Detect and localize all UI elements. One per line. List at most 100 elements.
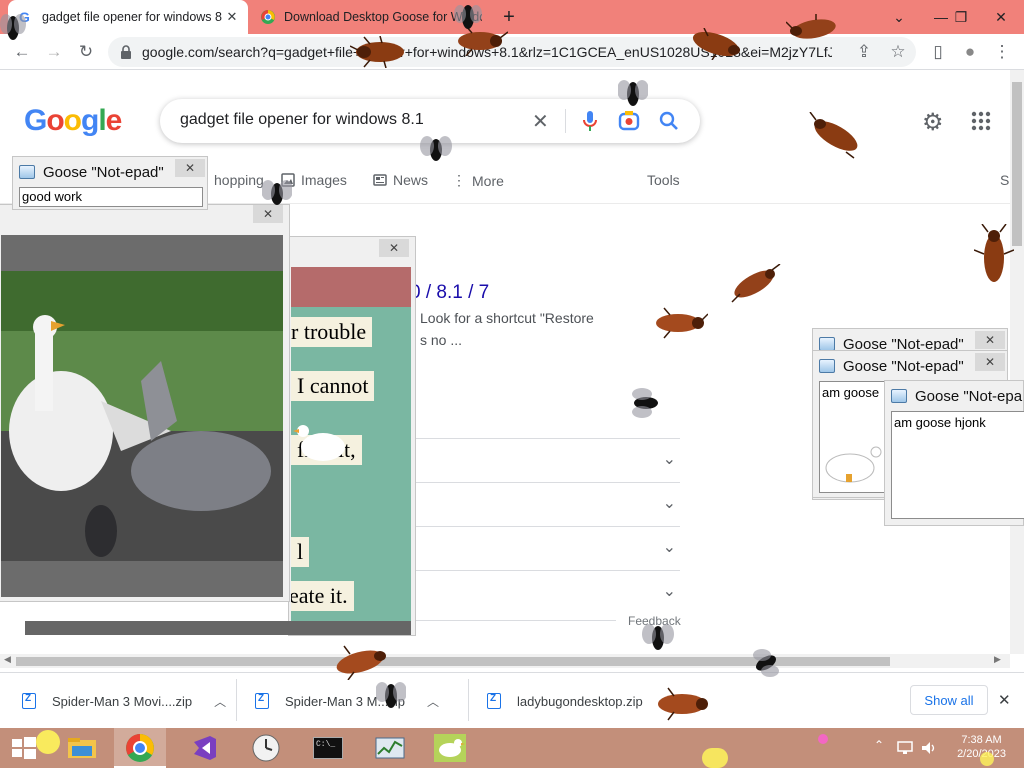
tab-label: Images (301, 172, 347, 188)
reload-button[interactable]: ↻ (72, 38, 100, 66)
chrome-icon[interactable] (116, 728, 164, 768)
google-logo[interactable]: Google (24, 104, 123, 138)
result-title-link[interactable]: 0 / 8.1 / 7 (410, 282, 489, 304)
close-icon[interactable]: ✕ (379, 239, 409, 257)
goose-gif-window[interactable]: ✕ (0, 204, 290, 602)
fly-icon[interactable] (0, 8, 26, 48)
goose-sprite-icon (293, 425, 345, 461)
tab-shopping[interactable]: hopping (214, 172, 264, 188)
settings-gear-icon[interactable]: ⚙ (922, 108, 944, 137)
download-item[interactable]: ladybugondesktop.zip (487, 687, 643, 715)
cockroach-icon[interactable] (786, 14, 842, 44)
tab-label: More (472, 172, 504, 189)
related-question-row[interactable]: ⌄ (410, 482, 680, 526)
related-question-row[interactable]: ⌄ (410, 526, 680, 570)
volume-icon[interactable] (920, 740, 938, 756)
tab-news[interactable]: News (373, 172, 428, 188)
tools-label: Tools (647, 172, 680, 188)
google-apps-icon[interactable] (970, 110, 992, 132)
chevron-up-icon[interactable]: ︿ (214, 693, 226, 710)
voice-search-icon[interactable] (582, 110, 598, 132)
goose-meme-window[interactable]: ✕ r trouble I cannot find it, l eate it. (25, 236, 416, 636)
window-close-button[interactable]: ✕ (984, 0, 1018, 34)
close-icon[interactable]: ✕ (175, 159, 205, 177)
clock-app-icon[interactable] (242, 728, 290, 768)
related-question-row[interactable]: ⌄ (410, 438, 680, 482)
cockroach-icon[interactable] (350, 36, 410, 68)
logo-letter: e (105, 104, 123, 137)
notepad-text-area[interactable]: am goose hjonk (891, 411, 1024, 519)
goose-notepad-window[interactable]: Goose "Not-epa am goose hjonk (884, 380, 1024, 526)
vertical-scrollbar[interactable] (1010, 70, 1024, 654)
window-title: Goose "Not-epa (915, 387, 1023, 405)
cockroach-icon[interactable] (652, 686, 712, 722)
logo-letter: o (46, 104, 64, 137)
sparkle-decoration (818, 734, 828, 744)
scroll-left-arrow-icon[interactable]: ◀ (4, 654, 11, 665)
desktop-goose-icon[interactable] (426, 728, 474, 768)
lock-icon[interactable] (120, 45, 132, 59)
download-item[interactable]: Spider-Man 3 M...zip ︿ (255, 687, 439, 715)
close-icon[interactable]: ✕ (975, 331, 1005, 349)
search-input[interactable]: gadget file opener for windows 8.1 (180, 111, 424, 129)
notepad-icon (819, 337, 835, 351)
forward-button[interactable]: → (40, 38, 68, 66)
side-panel-icon[interactable]: ▯ (924, 38, 952, 66)
show-hidden-icons-button[interactable]: ⌃ (874, 738, 884, 752)
fly-icon[interactable] (626, 386, 666, 420)
close-icon[interactable]: ✕ (975, 353, 1005, 371)
fly-icon[interactable] (454, 0, 482, 34)
fly-icon[interactable] (748, 646, 784, 680)
tab-google-search[interactable]: G gadget file opener for windows 8.1 ✕ (8, 0, 248, 34)
restore-button[interactable]: ❐ (944, 0, 978, 34)
notepad-icon (891, 389, 907, 403)
divider (412, 620, 616, 621)
chevron-down-icon: ⌄ (662, 451, 676, 468)
cockroach-icon[interactable] (726, 264, 782, 304)
terminal-glyph: C:\_ (313, 737, 343, 759)
bookmark-star-icon[interactable]: ☆ (884, 38, 912, 66)
share-icon[interactable]: ⇪ (850, 38, 878, 66)
tab-close-icon[interactable]: ✕ (222, 9, 242, 25)
window-titlebar[interactable]: Goose "Not-epad" (13, 159, 164, 185)
fly-icon[interactable] (262, 176, 292, 212)
visual-studio-icon[interactable] (180, 728, 228, 768)
cockroach-icon[interactable] (806, 112, 866, 160)
close-downloads-bar-icon[interactable]: ✕ (998, 691, 1011, 709)
cockroach-icon[interactable] (686, 28, 744, 60)
chrome-menu-icon[interactable]: ⋮ (988, 38, 1016, 66)
tab-label: News (393, 172, 429, 188)
cockroach-icon[interactable] (974, 224, 1014, 288)
fly-icon[interactable] (618, 74, 648, 114)
network-icon[interactable] (896, 740, 914, 756)
fly-icon[interactable] (642, 618, 674, 658)
scrollbar-thumb[interactable] (1012, 82, 1022, 246)
window-titlebar[interactable]: Goose "Not-epa (885, 383, 1022, 409)
notepad-text-area[interactable]: good work (19, 187, 203, 207)
zip-file-icon (22, 693, 36, 709)
search-icon[interactable] (658, 110, 680, 132)
cockroach-icon[interactable] (650, 306, 708, 340)
tools-button[interactable]: Tools (647, 172, 680, 188)
profile-avatar-icon[interactable]: ● (956, 38, 984, 66)
horizontal-scrollbar[interactable]: ◀ ▶ (0, 654, 1010, 668)
show-all-downloads-button[interactable]: Show all (910, 685, 988, 715)
result-snippet: s no ... (420, 332, 463, 348)
tab-partial[interactable]: S (1000, 172, 1009, 188)
clear-search-icon[interactable]: ✕ (532, 109, 549, 134)
performance-monitor-icon[interactable] (366, 728, 414, 768)
chevron-up-icon[interactable]: ︿ (427, 693, 439, 710)
goose-notepad-window[interactable]: Goose "Not-epad" ✕ good work (12, 156, 208, 210)
download-item[interactable]: Spider-Man 3 Movi....zip ︿ (22, 687, 226, 715)
cockroach-icon[interactable] (330, 644, 390, 680)
file-explorer-icon[interactable] (58, 728, 106, 768)
scroll-right-arrow-icon[interactable]: ▶ (994, 654, 1001, 665)
tab-more[interactable]: ⋮ More (452, 172, 504, 189)
tab-search-chevron-icon[interactable]: ⌄ (882, 0, 916, 34)
window-titlebar[interactable]: Goose "Not-epad" (813, 353, 964, 379)
tab-desktop-goose[interactable]: Download Desktop Goose for Windows (250, 0, 482, 34)
fly-icon[interactable] (376, 676, 406, 716)
command-prompt-icon[interactable]: C:\_ (304, 728, 352, 768)
related-question-row[interactable]: ⌄ (410, 570, 680, 614)
fly-icon[interactable] (420, 132, 452, 168)
